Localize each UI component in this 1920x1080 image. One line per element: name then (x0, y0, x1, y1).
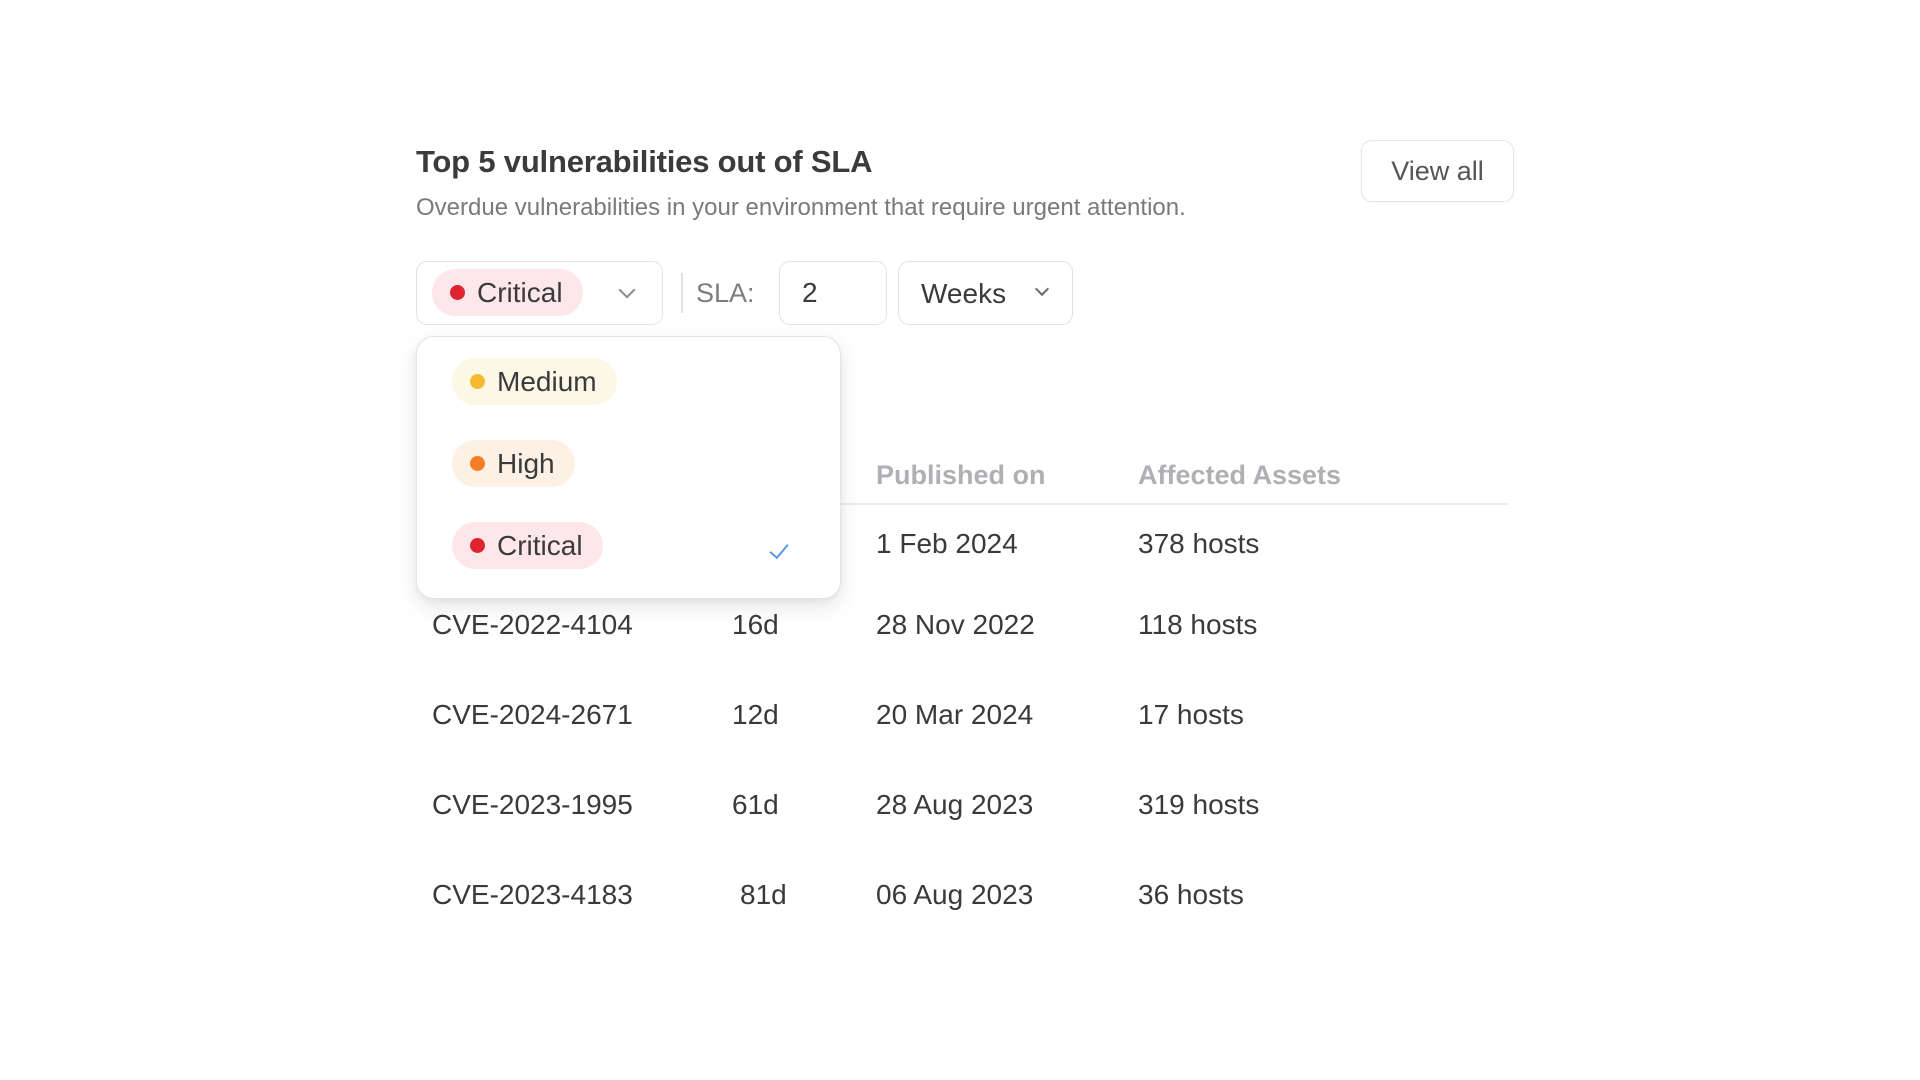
severity-pill-high: High (452, 440, 575, 487)
chevron-down-icon (1034, 281, 1050, 297)
severity-option-label: Critical (497, 529, 583, 561)
cve-id[interactable]: CVE-2023-4183 (432, 879, 633, 911)
view-all-button[interactable]: View all (1361, 140, 1514, 202)
severity-selected-label: Critical (477, 276, 563, 308)
high-dot-icon (470, 456, 485, 471)
table-row[interactable]: CVE-2023-1995 61d 28 Aug 2023 319 hosts (416, 789, 1508, 879)
cve-id[interactable]: CVE-2022-4104 (432, 609, 633, 641)
filter-divider (681, 273, 683, 313)
critical-dot-icon (470, 538, 485, 553)
critical-dot-icon (450, 285, 465, 300)
affected-assets: 118 hosts (1138, 609, 1258, 640)
severity-option-label: Medium (497, 365, 597, 397)
published-date: 20 Mar 2024 (876, 699, 1034, 730)
cve-id[interactable]: CVE-2024-2671 (432, 699, 633, 731)
chevron-down-icon (618, 281, 636, 299)
severity-selected-pill: Critical (432, 269, 583, 316)
severity-dropdown-menu: Medium High Critical (416, 336, 841, 599)
affected-assets: 378 hosts (1138, 528, 1260, 559)
column-header-published[interactable]: Published on (876, 460, 1046, 491)
severity-option-high[interactable]: High (417, 430, 840, 500)
cve-id[interactable]: CVE-2023-1995 (432, 789, 633, 821)
affected-assets: 319 hosts (1138, 789, 1260, 820)
overdue-days: 12d (732, 699, 779, 730)
published-date: 28 Nov 2022 (876, 609, 1035, 640)
checkmark-icon (769, 538, 789, 560)
severity-pill-medium: Medium (452, 358, 617, 405)
table-row[interactable]: CVE-2023-4183 81d 06 Aug 2023 36 hosts (416, 879, 1508, 969)
medium-dot-icon (470, 374, 485, 389)
overdue-days: 61d (732, 789, 779, 820)
severity-pill-critical: Critical (452, 522, 603, 569)
card-subtitle: Overdue vulnerabilities in your environm… (416, 194, 1186, 221)
severity-option-critical[interactable]: Critical (417, 512, 840, 582)
affected-assets: 17 hosts (1138, 699, 1244, 730)
column-header-assets[interactable]: Affected Assets (1138, 460, 1341, 491)
sla-unit-select[interactable]: Weeks (898, 261, 1073, 325)
severity-option-medium[interactable]: Medium (417, 348, 840, 418)
published-date: 1 Feb 2024 (876, 528, 1018, 559)
sla-label: SLA: (696, 278, 755, 308)
severity-option-label: High (497, 447, 555, 479)
filter-bar: Critical SLA: Weeks (416, 261, 1116, 325)
published-date: 28 Aug 2023 (876, 789, 1034, 820)
affected-assets: 36 hosts (1138, 879, 1244, 910)
card-title: Top 5 vulnerabilities out of SLA (416, 144, 873, 179)
sla-unit-label: Weeks (921, 278, 1007, 309)
published-date: 06 Aug 2023 (876, 879, 1034, 910)
table-row[interactable]: CVE-2024-2671 12d 20 Mar 2024 17 hosts (416, 699, 1508, 789)
overdue-days: 16d (732, 609, 779, 640)
vulnerabilities-card: Top 5 vulnerabilities out of SLA Overdue… (416, 140, 1514, 940)
overdue-days: 81d (740, 879, 787, 910)
severity-select[interactable]: Critical (416, 261, 663, 325)
table-row[interactable]: CVE-2022-4104 16d 28 Nov 2022 118 hosts (416, 609, 1508, 699)
sla-value-input[interactable] (779, 261, 887, 325)
